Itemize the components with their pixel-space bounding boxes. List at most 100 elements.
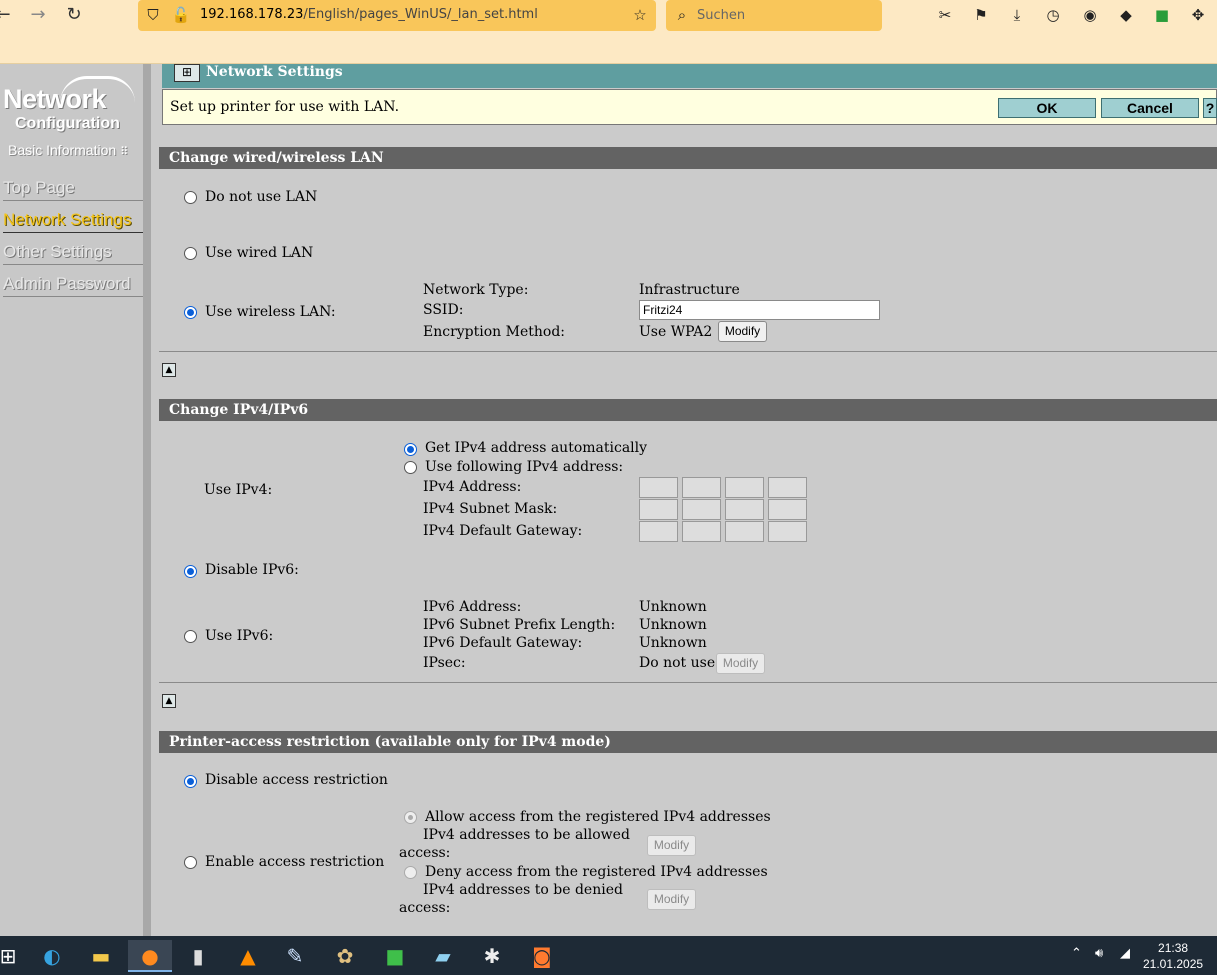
lan-section-heading: Change wired/wireless LAN	[159, 147, 1217, 169]
movie-maker-icon[interactable]: ✱	[470, 940, 514, 972]
clock-time: 21:38	[1158, 941, 1189, 955]
ipv4-gateway-octet-2[interactable]	[682, 521, 721, 542]
radio-disable-ipv6[interactable]	[184, 565, 197, 578]
divider	[159, 682, 1217, 683]
extension-icon[interactable]: ◆	[1116, 5, 1136, 25]
logo-configuration: Configuration	[15, 115, 120, 132]
url-path: /English/pages_WinUS/_lan_set.html	[303, 7, 538, 22]
wired-lan-label: Use wired LAN	[205, 245, 314, 261]
deny-registered-label: Deny access from the registered IPv4 add…	[425, 864, 768, 880]
disable-access-restriction-label: Disable access restriction	[205, 772, 388, 788]
start-icon[interactable]: ⊞	[0, 940, 30, 972]
volume-icon[interactable]: 🔊︎	[1095, 946, 1103, 961]
encryption-modify-button[interactable]: Modify	[718, 321, 767, 342]
firefox-icon[interactable]: ●	[128, 940, 172, 972]
radio-enable-access-restriction[interactable]	[184, 856, 197, 869]
ssid-field[interactable]: Fritzi24	[639, 300, 880, 320]
sidebar-item-admin-password[interactable]: Admin Password	[3, 274, 143, 297]
download-icon[interactable]: ⤓	[1007, 5, 1027, 25]
sidebar-item-network-settings[interactable]: Network Settings	[3, 210, 143, 233]
network-type-value: Infrastructure	[639, 282, 740, 298]
bookmark-star-icon[interactable]: ☆	[630, 5, 650, 25]
access-section-heading: Printer-access restriction (available on…	[159, 731, 1217, 753]
ipv4-subnet-octet-2[interactable]	[682, 499, 721, 520]
scroll-top-icon[interactable]: ▲	[162, 694, 176, 708]
ipv4-address-octet-3[interactable]	[725, 477, 764, 498]
addon-icon[interactable]: ■	[1152, 5, 1172, 25]
radio-no-lan[interactable]	[184, 191, 197, 204]
pocket-icon[interactable]: ⚑	[971, 5, 991, 25]
denied-addresses-label-line1: IPv4 addresses to be denied	[423, 882, 623, 898]
tray-chevron-icon[interactable]: ⌃	[1071, 946, 1082, 961]
radio-ipv4-manual[interactable]	[404, 461, 417, 474]
ipv4-gateway-octet-4[interactable]	[768, 521, 807, 542]
ipv6-prefix-label: IPv6 Subnet Prefix Length:	[423, 617, 616, 633]
url-host: 192.168.178.23	[200, 7, 304, 22]
radio-use-ipv6[interactable]	[184, 630, 197, 643]
green-app-icon[interactable]: ■	[373, 940, 417, 972]
shield-icon[interactable]: ⛉	[143, 5, 163, 25]
ipv4-subnet-octet-1[interactable]	[639, 499, 678, 520]
ipv4-auto-label: Get IPv4 address automatically	[425, 440, 648, 456]
allowed-addresses-label-line2: access:	[399, 845, 451, 861]
ipv4-address-octet-2[interactable]	[682, 477, 721, 498]
sidebar-item-top-page[interactable]: Top Page	[3, 178, 143, 201]
file-explorer-icon[interactable]: ▬	[79, 940, 123, 972]
wireless-lan-label: Use wireless LAN:	[205, 304, 336, 320]
encryption-value: Use WPA2	[639, 324, 713, 340]
notebook-app-icon[interactable]: ▰	[421, 940, 465, 972]
back-arrow-icon[interactable]: ←	[0, 4, 14, 26]
allow-registered-label: Allow access from the registered IPv4 ad…	[425, 809, 771, 825]
allowed-addresses-modify-button[interactable]: Modify	[647, 835, 696, 856]
ipv4-address-octet-1[interactable]	[639, 477, 678, 498]
radio-wired-lan[interactable]	[184, 247, 197, 260]
ipv4-address-label: IPv4 Address:	[423, 479, 522, 495]
ipv6-gateway-label: IPv6 Default Gateway:	[423, 635, 583, 651]
disable-ipv6-label: Disable IPv6:	[205, 562, 299, 578]
cancel-button[interactable]: Cancel	[1101, 98, 1199, 118]
screenshot-icon[interactable]: ✂	[935, 5, 955, 25]
ipv4-address-octet-4[interactable]	[768, 477, 807, 498]
page-title: Network Settings	[206, 64, 343, 80]
palette-icon[interactable]: ✿	[323, 940, 367, 972]
ok-button[interactable]: OK	[998, 98, 1096, 118]
speaker-app-icon[interactable]: ▮	[176, 940, 220, 972]
basic-information-text: Basic Information	[8, 142, 117, 158]
encryption-label: Encryption Method:	[423, 324, 566, 340]
ipv4-subnet-label: IPv4 Subnet Mask:	[423, 501, 558, 517]
ipv4-subnet-octet-3[interactable]	[725, 499, 764, 520]
radio-deny-registered[interactable]	[404, 866, 417, 879]
radio-disable-access-restriction[interactable]	[184, 775, 197, 788]
ipsec-modify-button[interactable]: Modify	[716, 653, 765, 674]
forward-arrow-icon[interactable]: →	[27, 4, 49, 26]
vlc-icon[interactable]: ▲	[226, 940, 270, 972]
no-lan-label: Do not use LAN	[205, 189, 318, 205]
system-clock[interactable]: 21:38 21.01.2025	[1143, 940, 1203, 972]
sidebar-item-other-settings[interactable]: Other Settings	[3, 242, 143, 265]
scroll-top-icon[interactable]: ▲	[162, 363, 176, 377]
ipv4-subnet-octet-4[interactable]	[768, 499, 807, 520]
ipv4-gateway-octet-3[interactable]	[725, 521, 764, 542]
history-icon[interactable]: ◷	[1043, 5, 1063, 25]
lock-icon[interactable]: 🔓	[171, 5, 191, 25]
radio-allow-registered[interactable]	[404, 811, 417, 824]
ipv6-address-value: Unknown	[639, 599, 707, 615]
enable-access-restriction-label: Enable access restriction	[205, 854, 385, 870]
ipv6-gateway-value: Unknown	[639, 635, 707, 651]
divider	[159, 351, 1217, 352]
wifi-icon[interactable]: ◢	[1120, 946, 1130, 961]
radio-ipv4-auto[interactable]	[404, 443, 417, 456]
ip-section-heading: Change IPv4/IPv6	[159, 399, 1217, 421]
edge-icon[interactable]: ◐	[30, 940, 74, 972]
ipv4-gateway-octet-1[interactable]	[639, 521, 678, 542]
reload-icon[interactable]: ↻	[63, 4, 85, 26]
paint-app-icon[interactable]: ✎	[273, 940, 317, 972]
allowed-addresses-label-line1: IPv4 addresses to be allowed	[423, 827, 630, 843]
radio-wireless-lan[interactable]	[184, 306, 197, 319]
account-icon[interactable]: ◉	[1080, 5, 1100, 25]
rss-app-icon[interactable]: ◙	[520, 940, 564, 972]
help-button[interactable]: ?	[1203, 98, 1217, 118]
use-ipv6-label: Use IPv6:	[205, 628, 274, 644]
denied-addresses-modify-button[interactable]: Modify	[647, 889, 696, 910]
extensions-puzzle-icon[interactable]: ✥	[1188, 5, 1208, 25]
